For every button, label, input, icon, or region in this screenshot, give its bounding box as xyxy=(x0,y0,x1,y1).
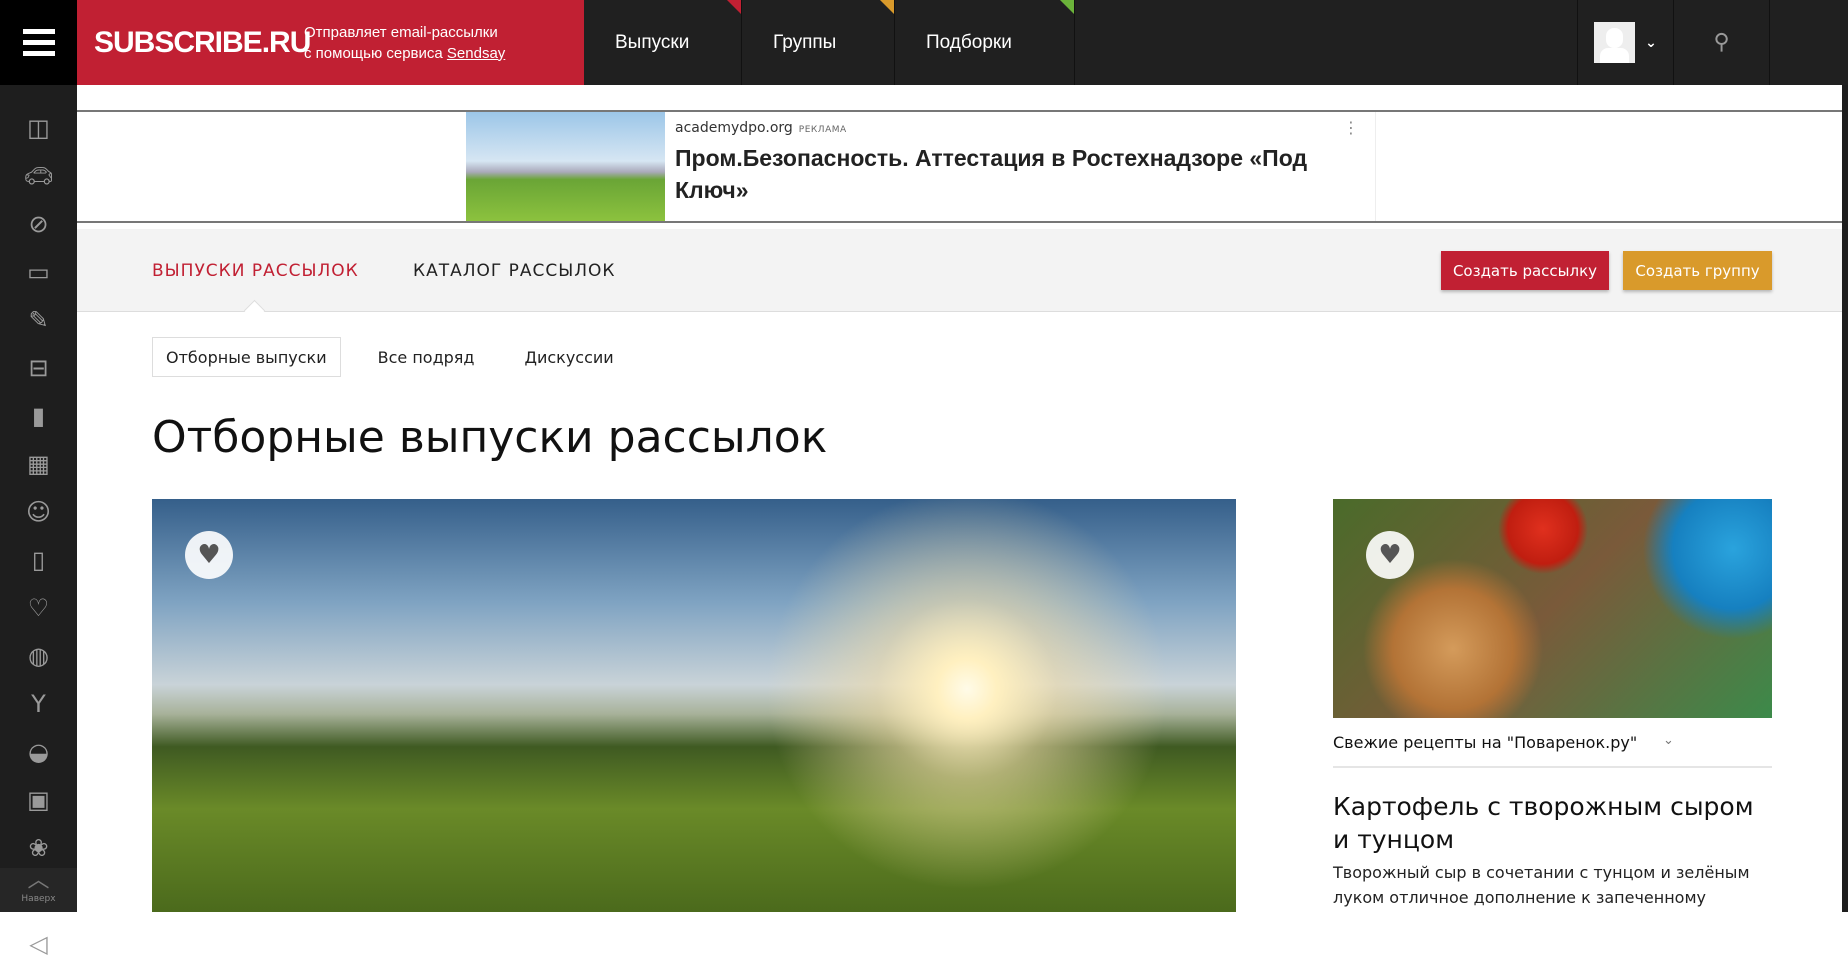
building-icon[interactable]: ▦ xyxy=(0,440,77,488)
scrollbar[interactable] xyxy=(1842,85,1848,912)
megaphone-icon[interactable]: ◁ xyxy=(0,920,77,968)
side-article-image[interactable]: ♥ xyxy=(1333,499,1772,718)
nav-label: Выпуски xyxy=(615,31,690,53)
food-icon[interactable]: ◒ xyxy=(0,728,77,776)
basketball-icon[interactable]: ◍ xyxy=(0,632,77,680)
search-button[interactable]: ⚲ xyxy=(1673,0,1769,85)
subtab-all[interactable]: Все подряд xyxy=(365,337,488,377)
tab-issues[interactable]: ВЫПУСКИ РАССЫЛОК xyxy=(152,261,359,281)
ad-title[interactable]: Пром.Безопасность. Аттестация в Ростехна… xyxy=(675,142,1365,206)
page-title: Отборные выпуски рассылок xyxy=(152,412,828,463)
baby-icon[interactable]: ☺ xyxy=(0,488,77,536)
car-icon[interactable]: 🚗︎ xyxy=(0,152,77,200)
chevron-down-icon: ⌄ xyxy=(1663,733,1674,748)
article-description: Творожный сыр в сочетании с тунцом и зел… xyxy=(1333,863,1750,907)
back-to-top-button[interactable]: ︿ Наверх xyxy=(0,868,77,912)
subtab-featured[interactable]: Отборные выпуски xyxy=(152,337,341,377)
cocktail-icon[interactable]: Y xyxy=(0,680,77,728)
heart-icon[interactable]: ♥ xyxy=(1366,531,1414,579)
briefcase-icon[interactable]: ⊟ xyxy=(0,344,77,392)
ad-label: РЕКЛАМА xyxy=(798,125,847,135)
corner-marker xyxy=(727,0,741,14)
nav-groups[interactable]: Группы xyxy=(742,0,895,85)
ad-banner: academydpo.org РЕКЛАМА Пром.Безопасность.… xyxy=(77,110,1848,223)
corner-marker xyxy=(1060,0,1074,14)
search-icon: ⚲ xyxy=(1713,30,1730,55)
ad-image[interactable] xyxy=(466,112,665,221)
article-title[interactable]: Картофель с творожным сыром и тунцом xyxy=(1333,790,1772,856)
menu-button[interactable] xyxy=(0,0,77,85)
camera-icon[interactable]: ▣ xyxy=(0,776,77,824)
corner-marker xyxy=(880,0,894,14)
sendsay-link[interactable]: Sendsay xyxy=(447,45,505,62)
more-options-icon[interactable]: ⋮ xyxy=(1343,118,1359,137)
paw-icon[interactable]: ❀ xyxy=(0,824,77,872)
compass-icon[interactable]: ⊘ xyxy=(0,200,77,248)
ad-source[interactable]: academydpo.org xyxy=(675,120,793,136)
section-tabs: ВЫПУСКИ РАССЫЛОК КАТАЛОГ РАССЫЛОК Создат… xyxy=(77,229,1848,312)
user-menu[interactable]: ⌄ xyxy=(1577,0,1673,85)
logo[interactable]: SUBSCRIBE.RU xyxy=(94,26,311,60)
category-sidebar: ◫🚗︎⊘▭✎⊟▮▦☺▯♡◍Y◒▣❀⌂◁ ︿ Наверх xyxy=(0,0,77,958)
nav-issues[interactable]: Выпуски xyxy=(584,0,742,85)
nav-label: Группы xyxy=(773,31,837,53)
tagline-line1: Отправляет email-рассылки xyxy=(304,23,498,41)
create-group-button[interactable]: Создать группу xyxy=(1623,251,1772,290)
main-nav: Выпуски Группы Подборки xyxy=(584,0,1075,85)
create-mailing-button[interactable]: Создать рассылку xyxy=(1441,251,1609,290)
subtabs: Отборные выпуски Все подряд Дискуссии xyxy=(152,337,651,377)
chart-bars-icon[interactable]: ▮ xyxy=(0,392,77,440)
tagline: Отправляет email-рассылки с помощью серв… xyxy=(304,22,505,64)
avatar xyxy=(1594,22,1636,63)
phone-icon[interactable]: ▯ xyxy=(0,536,77,584)
subtab-discussions[interactable]: Дискуссии xyxy=(511,337,626,377)
brand-block: SUBSCRIBE.RU Отправляет email-рассылки с… xyxy=(77,0,584,85)
top-header: SUBSCRIBE.RU Отправляет email-рассылки с… xyxy=(77,0,1848,85)
feed-selector[interactable]: Свежие рецепты на "Поваренок.ру" ⌄ xyxy=(1333,733,1772,768)
featured-article-image[interactable]: ♥ xyxy=(152,499,1236,912)
layout-icon[interactable]: ◫ xyxy=(0,104,77,152)
chevron-up-icon: ︿ xyxy=(27,868,50,893)
header-spacer xyxy=(1769,0,1848,85)
ad-card[interactable]: academydpo.org РЕКЛАМА Пром.Безопасность.… xyxy=(466,112,1376,221)
brush-icon[interactable]: ✎ xyxy=(0,296,77,344)
heart-icon[interactable]: ♥ xyxy=(185,531,233,579)
tab-catalog[interactable]: КАТАЛОГ РАССЫЛОК xyxy=(413,261,616,281)
chevron-down-icon: ⌄ xyxy=(1645,34,1657,51)
feed-name: Свежие рецепты на "Поваренок.ру" xyxy=(1333,733,1638,752)
nav-label: Подборки xyxy=(926,31,1012,53)
monitor-icon[interactable]: ▭ xyxy=(0,248,77,296)
back-to-top-label: Наверх xyxy=(21,894,56,904)
heart-icon[interactable]: ♡ xyxy=(0,584,77,632)
nav-collections[interactable]: Подборки xyxy=(895,0,1075,85)
tagline-line2: с помощью сервиса xyxy=(304,44,447,62)
